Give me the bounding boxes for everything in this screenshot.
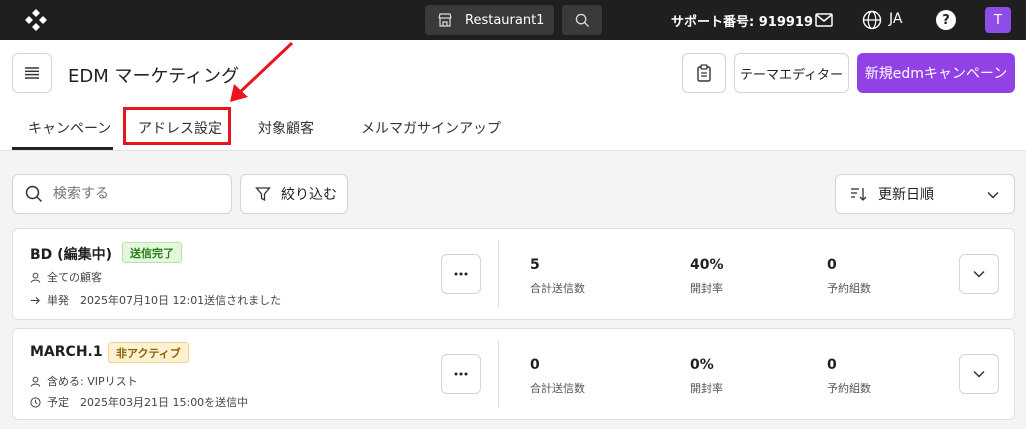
theme-editor-button[interactable]: テーマエディター (734, 53, 849, 93)
hamburger-icon (25, 67, 39, 79)
schedule-text: 予定 2025年03月21日 15:00を送信中 (47, 396, 249, 409)
audience-text: 含める: VIPリスト (47, 375, 138, 388)
help-icon[interactable]: ? (936, 10, 956, 30)
schedule-text: 単発 2025年07月10日 12:01送信されました (47, 294, 282, 307)
campaign-title: MARCH.1 (30, 344, 103, 360)
more-options-button[interactable] (441, 354, 481, 394)
app-logo-icon[interactable] (24, 8, 48, 32)
chevron-down-icon (973, 370, 985, 378)
campaign-audience: 全ての顧客 (30, 269, 102, 285)
tab-newsletter-signup[interactable]: メルマガサインアップ (361, 118, 501, 138)
tab-campaigns[interactable]: キャンペーン (28, 118, 111, 138)
stat-total-sent-value: 0 (530, 357, 540, 373)
status-badge: 送信完了 (122, 242, 182, 263)
audience-text: 全ての顧客 (47, 271, 102, 284)
sort-icon (851, 188, 867, 201)
mail-icon[interactable] (815, 12, 833, 28)
store-name: Restaurant1 (465, 12, 545, 28)
stat-open-rate-label: 開封率 (690, 382, 723, 395)
stat-total-sent-value: 5 (530, 257, 540, 273)
card-divider (498, 240, 499, 308)
store-icon (438, 13, 452, 27)
person-icon (30, 272, 41, 283)
tab-target-customers[interactable]: 対象顧客 (258, 118, 314, 138)
expand-card-button[interactable] (959, 254, 999, 294)
stat-reservations-value: 0 (827, 257, 837, 273)
search-input[interactable] (53, 186, 203, 202)
stat-reservations-label: 予約組数 (827, 382, 871, 395)
search-icon (575, 13, 589, 27)
ellipsis-icon (454, 372, 468, 376)
clipboard-icon (697, 64, 711, 82)
sort-label: 更新日順 (878, 187, 934, 203)
stat-total-sent-label: 合計送信数 (530, 282, 585, 295)
expand-card-button[interactable] (959, 354, 999, 394)
sort-dropdown[interactable]: 更新日順 (835, 174, 1015, 214)
active-tab-indicator (12, 147, 113, 150)
page-title: EDM マーケティング (68, 66, 240, 87)
campaign-schedule: 単発 2025年07月10日 12:01送信されました (30, 292, 281, 308)
annotation-highlight-box (123, 107, 231, 145)
card-divider (498, 340, 499, 408)
campaign-card[interactable]: BD (編集中) 送信完了 全ての顧客 単発 2025年07月10日 12:01… (12, 228, 1015, 320)
stat-reservations-label: 予約組数 (827, 282, 871, 295)
user-avatar[interactable]: T (985, 7, 1011, 33)
search-icon (25, 185, 43, 203)
filter-label: 絞り込む (281, 187, 337, 203)
funnel-icon (255, 187, 271, 202)
filter-button[interactable]: 絞り込む (240, 174, 348, 214)
menu-toggle-button[interactable] (12, 53, 52, 93)
stat-open-rate-value: 0% (690, 357, 714, 373)
campaign-title: BD (編集中) (30, 247, 112, 263)
language-selector[interactable]: JA (889, 11, 902, 27)
campaign-schedule: 予定 2025年03月21日 15:00を送信中 (30, 394, 248, 410)
campaign-audience: 含める: VIPリスト (30, 373, 138, 389)
clock-icon (30, 396, 41, 408)
global-search-button[interactable] (562, 5, 602, 35)
more-options-button[interactable] (441, 254, 481, 294)
top-navigation-bar: Restaurant1 サポート番号: 919919 JA ? T (0, 0, 1026, 40)
annotation-arrow-icon (230, 41, 294, 102)
support-number: サポート番号: 919919 (671, 15, 813, 30)
clipboard-button[interactable] (682, 53, 726, 93)
stat-total-sent-label: 合計送信数 (530, 382, 585, 395)
new-campaign-button[interactable]: 新規edmキャンペーン (857, 53, 1015, 93)
stat-reservations-value: 0 (827, 357, 837, 373)
stat-open-rate-value: 40% (690, 257, 724, 273)
store-selector-button[interactable]: Restaurant1 (425, 5, 554, 35)
chevron-down-icon (973, 270, 985, 278)
chevron-down-icon (987, 191, 999, 199)
ellipsis-icon (454, 272, 468, 276)
page-header: EDM マーケティング テーマエディター 新規edmキャンペーン キャンペーン … (0, 40, 1026, 151)
globe-icon[interactable] (862, 10, 882, 30)
stat-open-rate-label: 開封率 (690, 282, 723, 295)
campaign-card[interactable]: MARCH.1 非アクティブ 含める: VIPリスト 予定 2025年03月21… (12, 328, 1015, 420)
status-badge: 非アクティブ (108, 342, 189, 363)
arrow-right-icon (30, 296, 40, 304)
campaign-search-field[interactable] (12, 174, 232, 214)
person-icon (30, 376, 41, 387)
